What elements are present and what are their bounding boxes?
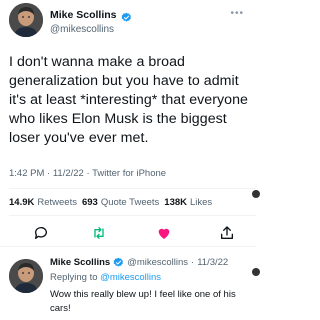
retweets-stat[interactable]: 14.9K Retweets [9,197,77,208]
comment-icon[interactable] [33,225,49,241]
reply-author-name[interactable]: Mike Scollins [50,257,110,268]
heart-icon[interactable] [156,225,172,241]
share-icon[interactable] [219,225,235,241]
reply-header: Mike Scollins @mikescollins · 11/3/22 [50,257,228,268]
engagement-stats: 14.9K Retweets 693 Quote Tweets 138K Likes [9,197,212,208]
reply-author-handle[interactable]: @mikescollins [127,257,188,268]
likes-label: Likes [190,197,213,208]
quotes-stat[interactable]: 693 Quote Tweets [82,197,159,208]
author-name[interactable]: Mike Scollins [50,9,117,21]
verified-badge-icon [121,10,132,22]
replying-to-link[interactable]: @mikescollins [100,272,161,283]
likes-stat[interactable]: 138K Likes [164,197,212,208]
retweet-icon[interactable] [91,225,107,241]
author-row: Mike Scollins [50,9,132,22]
edge-dot [252,190,260,198]
avatar[interactable] [9,259,43,293]
divider [9,215,256,216]
tweet-text: I don't wanna make a broad generalizatio… [9,54,248,146]
reply-tweet[interactable]: Mike Scollins @mikescollins · 11/3/22 Re… [0,247,256,320]
reply-text: Wow this really blew up! I feel like one… [50,289,236,314]
replying-to: Replying to @mikescollins [50,272,161,283]
replying-prefix: Replying to [50,272,98,283]
quotes-label: Quote Tweets [100,197,160,208]
action-bar [0,222,256,244]
tweet-time[interactable]: 1:42 PM [9,168,44,179]
meta-separator: · [86,168,90,179]
more-dots-icon[interactable]: ••• [230,9,244,19]
tweet-meta: 1:42 PM · 11/2/22 · Twitter for iPhone [9,168,166,179]
main-tweet: Mike Scollins @mikescollins ••• I don't … [0,0,256,247]
quotes-count: 693 [81,197,98,208]
avatar[interactable] [9,3,43,37]
retweets-label: Retweets [37,197,77,208]
reply-separator: · [191,257,195,268]
divider [9,188,256,189]
verified-badge-icon [113,257,124,268]
tweet-date[interactable]: 11/2/22 [53,168,84,179]
retweets-count: 14.9K [9,197,35,208]
author-handle[interactable]: @mikescollins [50,24,114,35]
reply-date[interactable]: 11/3/22 [197,257,228,268]
tweet-source[interactable]: Twitter for iPhone [92,168,166,179]
likes-count: 138K [164,197,187,208]
meta-separator: · [47,168,51,179]
